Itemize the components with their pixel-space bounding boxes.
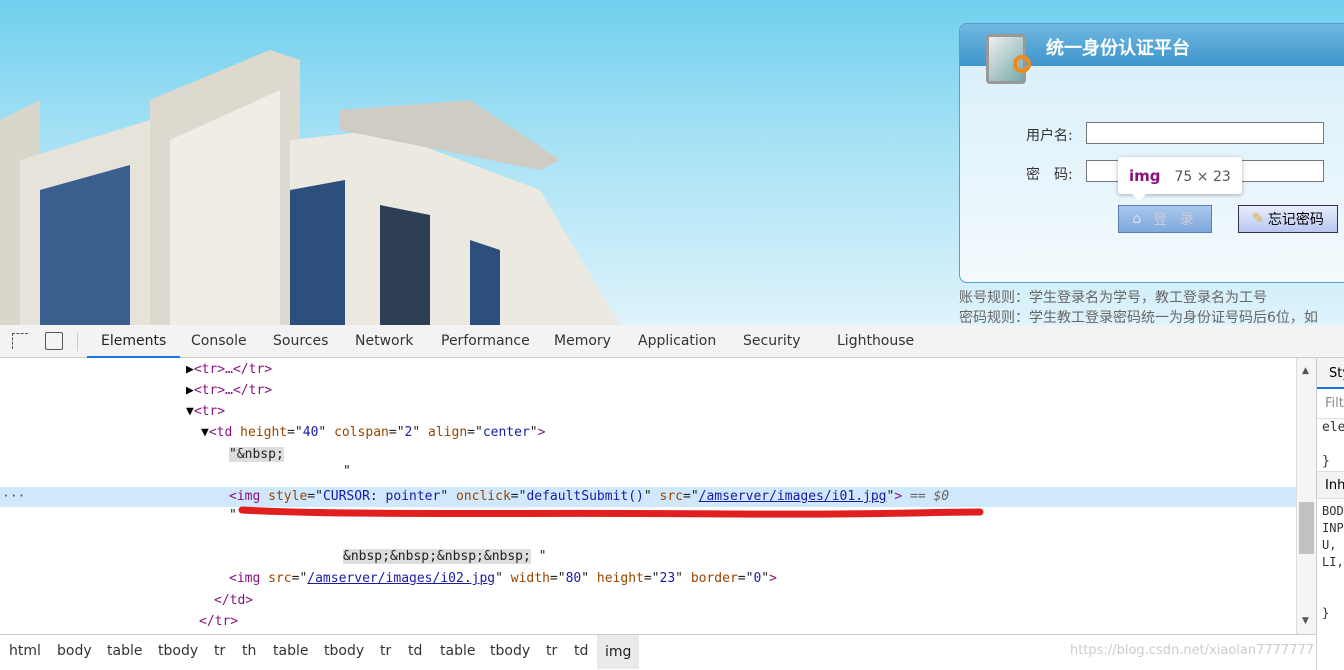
account-rule: 账号规则：学生登录名为学号，教工登录名为工号 [959, 290, 1267, 306]
tab-console[interactable]: Console [191, 325, 247, 358]
scroll-thumb[interactable] [1299, 502, 1314, 554]
crumb-tbody[interactable]: tbody [324, 643, 364, 659]
attr-name: colspan [334, 425, 389, 440]
web-page: 统一身份认证平台 用户名: 密 码: ⌂ 登 录 ✎ 忘记密码 账号规则：学生登录名… [0, 0, 1344, 325]
password-label: 密 码: [1026, 167, 1073, 183]
quote: " [229, 508, 237, 523]
expand-triangle-icon[interactable]: ▶ [186, 362, 194, 377]
collapse-triangle-icon[interactable]: ▼ [201, 425, 209, 440]
password-rule: 密码规则：学生教工登录密码统一为身份证号码后6位，如 [959, 310, 1318, 325]
tab-elements[interactable]: Elements [87, 325, 181, 358]
crumb-img-active[interactable]: img [597, 635, 640, 669]
element-style: element.style {} [1322, 420, 1344, 469]
close-tag[interactable]: </td> [0, 591, 1296, 611]
crumb-tr[interactable]: tr [380, 643, 391, 659]
dom-node[interactable]: ▶<tr>…</tr> [0, 360, 1296, 380]
tab-sources[interactable]: Sources [273, 325, 328, 358]
inherited-header: Inherited [1317, 471, 1344, 499]
dom-node[interactable]: ▼<tr> [0, 402, 1296, 422]
attr-value: 23 [659, 571, 676, 586]
crumb-td[interactable]: td [408, 643, 422, 659]
attr-name: height [240, 425, 288, 440]
crumb-table[interactable]: table [107, 643, 142, 659]
tag: </td> [214, 593, 254, 608]
scroll-down-icon[interactable]: ▼ [1302, 616, 1309, 626]
tooltip-size: 75 × 23 [1174, 169, 1231, 185]
dom-node-td[interactable]: ▼<td height="40" colspan="2" align="cent… [0, 423, 1296, 443]
element-tooltip: img 75 × 23 [1118, 157, 1242, 201]
tab-styles[interactable]: Styles [1317, 358, 1344, 389]
more-options-icon[interactable]: ··· [2, 487, 25, 507]
crumb-td[interactable]: td [574, 643, 588, 659]
devtools-tabbar: Elements Console Sources Network Perform… [0, 325, 1344, 358]
crumb-body[interactable]: body [57, 643, 92, 659]
tab-lighthouse[interactable]: Lighthouse [837, 325, 914, 358]
text-node[interactable]: &nbsp;&nbsp;&nbsp;&nbsp; " [0, 547, 1296, 567]
username-input[interactable] [1086, 122, 1324, 144]
crumb-tbody[interactable]: tbody [490, 643, 530, 659]
tab-performance[interactable]: Performance [441, 325, 530, 358]
divider [77, 333, 78, 351]
crumb-tr[interactable]: tr [546, 643, 557, 659]
attr-value: 80 [565, 571, 582, 586]
device-toggle-icon[interactable] [45, 332, 63, 350]
login-panel: 统一身份认证平台 用户名: 密 码: ⌂ 登 录 ✎ 忘记密码 [959, 23, 1344, 283]
selected-marker: == $0 [909, 489, 950, 504]
broom-icon: ✎ [1252, 211, 1264, 227]
styles-filter[interactable]: Filter [1317, 389, 1344, 419]
text-node: " [0, 462, 1296, 482]
close-tag[interactable]: </tr> [0, 612, 1296, 632]
inspect-element-icon[interactable] [12, 333, 28, 349]
tag: <tr>…</tr> [193, 362, 273, 377]
crumb-tr[interactable]: tr [214, 643, 225, 659]
building-image [0, 50, 620, 325]
tab-network[interactable]: Network [355, 325, 413, 358]
crumb-html[interactable]: html [9, 643, 41, 659]
tab-memory[interactable]: Memory [554, 325, 611, 358]
collapse-triangle-icon[interactable]: ▼ [186, 404, 194, 419]
dom-scrollbar[interactable]: ▲ ▼ [1296, 358, 1316, 634]
attr-value: center [482, 425, 530, 440]
login-button-label: 登 录 [1153, 212, 1198, 228]
tooltip-tag: img [1129, 167, 1161, 185]
scroll-up-icon[interactable]: ▲ [1302, 366, 1309, 376]
crumb-table[interactable]: table [273, 643, 308, 659]
attr-name: align [428, 425, 468, 440]
attr-value: 40 [302, 425, 319, 440]
username-label: 用户名: [1026, 128, 1073, 144]
src-link[interactable]: /amserver/images/i02.jpg [307, 571, 495, 586]
styles-pane: Styles Filter element.style {} Inherited… [1316, 358, 1344, 670]
watermark: https://blog.csdn.net/xiaolan7777777 [1070, 643, 1314, 658]
src-link[interactable]: /amserver/images/i01.jpg [699, 489, 887, 504]
crumb-th[interactable]: th [242, 643, 256, 659]
tag: </tr> [199, 614, 239, 629]
tab-security[interactable]: Security [743, 325, 801, 358]
attr-value: CURSOR: pointer [322, 489, 441, 504]
dom-node-img[interactable]: <img src="/amserver/images/i02.jpg" widt… [0, 569, 1296, 589]
crumb-table[interactable]: table [440, 643, 475, 659]
login-button[interactable]: ⌂ 登 录 [1118, 205, 1212, 233]
monitor-key-icon [986, 34, 1031, 84]
attr-value: defaultSubmit() [526, 489, 644, 504]
expand-triangle-icon[interactable]: ▶ [186, 383, 194, 398]
text-node: " [0, 506, 1296, 526]
crumb-tbody[interactable]: tbody [158, 643, 198, 659]
dom-node[interactable]: ▶<tr>…</tr> [0, 381, 1296, 401]
tag: <tr> [193, 404, 226, 419]
quote: " [343, 464, 351, 479]
dom-tree: ▶<tr>…</tr> ▶<tr>…</tr> ▼<tr> ▼<td heigh… [0, 358, 1296, 634]
forgot-button-label: 忘记密码 [1267, 212, 1324, 228]
nbsp-text: "&nbsp; [229, 447, 284, 462]
nbsp-text: &nbsp;&nbsp;&nbsp;&nbsp; [343, 549, 531, 564]
tag: <tr>…</tr> [193, 383, 273, 398]
inherited-rules: BODY,INPUT,U,LI,} [1322, 504, 1344, 620]
forgot-password-button[interactable]: ✎ 忘记密码 [1238, 205, 1338, 233]
tab-application[interactable]: Application [638, 325, 716, 358]
home-icon: ⌂ [1132, 211, 1146, 227]
